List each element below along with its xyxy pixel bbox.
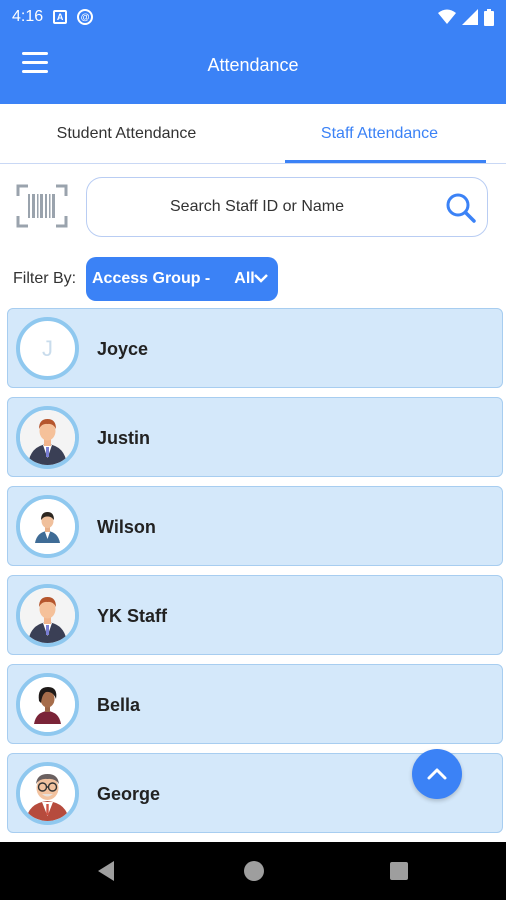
filter-label: Filter By: [13,270,77,287]
at-circle-icon: @ [77,9,94,25]
tab-staff-attendance[interactable]: Staff Attendance [253,104,506,163]
app-bar: 4:16 A @ Attendance [0,0,506,104]
woman-icon [20,677,75,732]
man-glasses-icon [20,766,75,821]
staff-name: Bella [97,695,141,715]
avatar-initial: J [42,335,53,361]
staff-list-item[interactable]: J Joyce [7,308,503,388]
staff-name: Wilson [97,517,156,537]
toolbar: Attendance [0,40,506,90]
avatar [16,584,79,647]
access-group-filter-select[interactable]: Access Group - All [86,257,278,301]
staff-name: George [97,784,161,804]
staff-name: Joyce [97,339,149,359]
attendance-tabs: Student Attendance Staff Attendance [0,104,506,164]
avatar: J [16,317,79,380]
man-suit-icon [20,588,75,643]
staff-name: YK Staff [97,606,168,626]
avatar [16,406,79,469]
staff-list-item[interactable]: Bella [7,664,503,744]
man-suit-icon [20,410,75,465]
home-icon[interactable] [244,861,264,881]
page-title: Attendance [207,54,299,75]
battery-icon [484,8,494,26]
man-small-icon [20,499,75,554]
staff-list-item[interactable]: Justin [7,397,503,477]
chevron-down-icon [254,274,268,283]
avatar [16,762,79,825]
status-time: 4:16 [12,8,44,25]
avatar [16,495,79,558]
wifi-icon [438,9,456,24]
hamburger-menu-icon[interactable] [22,52,50,76]
barcode-scan-icon[interactable] [16,184,68,228]
search-box [86,177,488,237]
staff-list-item[interactable]: Wilson [7,486,503,566]
search-input[interactable] [87,198,417,216]
chevron-up-icon [427,768,447,780]
cell-signal-icon [462,9,478,25]
recent-apps-icon[interactable] [390,862,408,880]
status-bar: 4:16 A @ [0,0,506,34]
a-box-icon: A [53,10,68,24]
tab-student-attendance[interactable]: Student Attendance [0,104,253,163]
system-navigation-bar [0,842,506,900]
search-icon[interactable] [445,192,477,224]
filter-select-prefix: Access Group - [92,270,211,287]
staff-list-item[interactable]: YK Staff [7,575,503,655]
staff-name: Justin [97,428,151,448]
back-icon[interactable] [96,860,116,882]
scroll-to-top-button[interactable] [412,749,462,799]
avatar [16,673,79,736]
